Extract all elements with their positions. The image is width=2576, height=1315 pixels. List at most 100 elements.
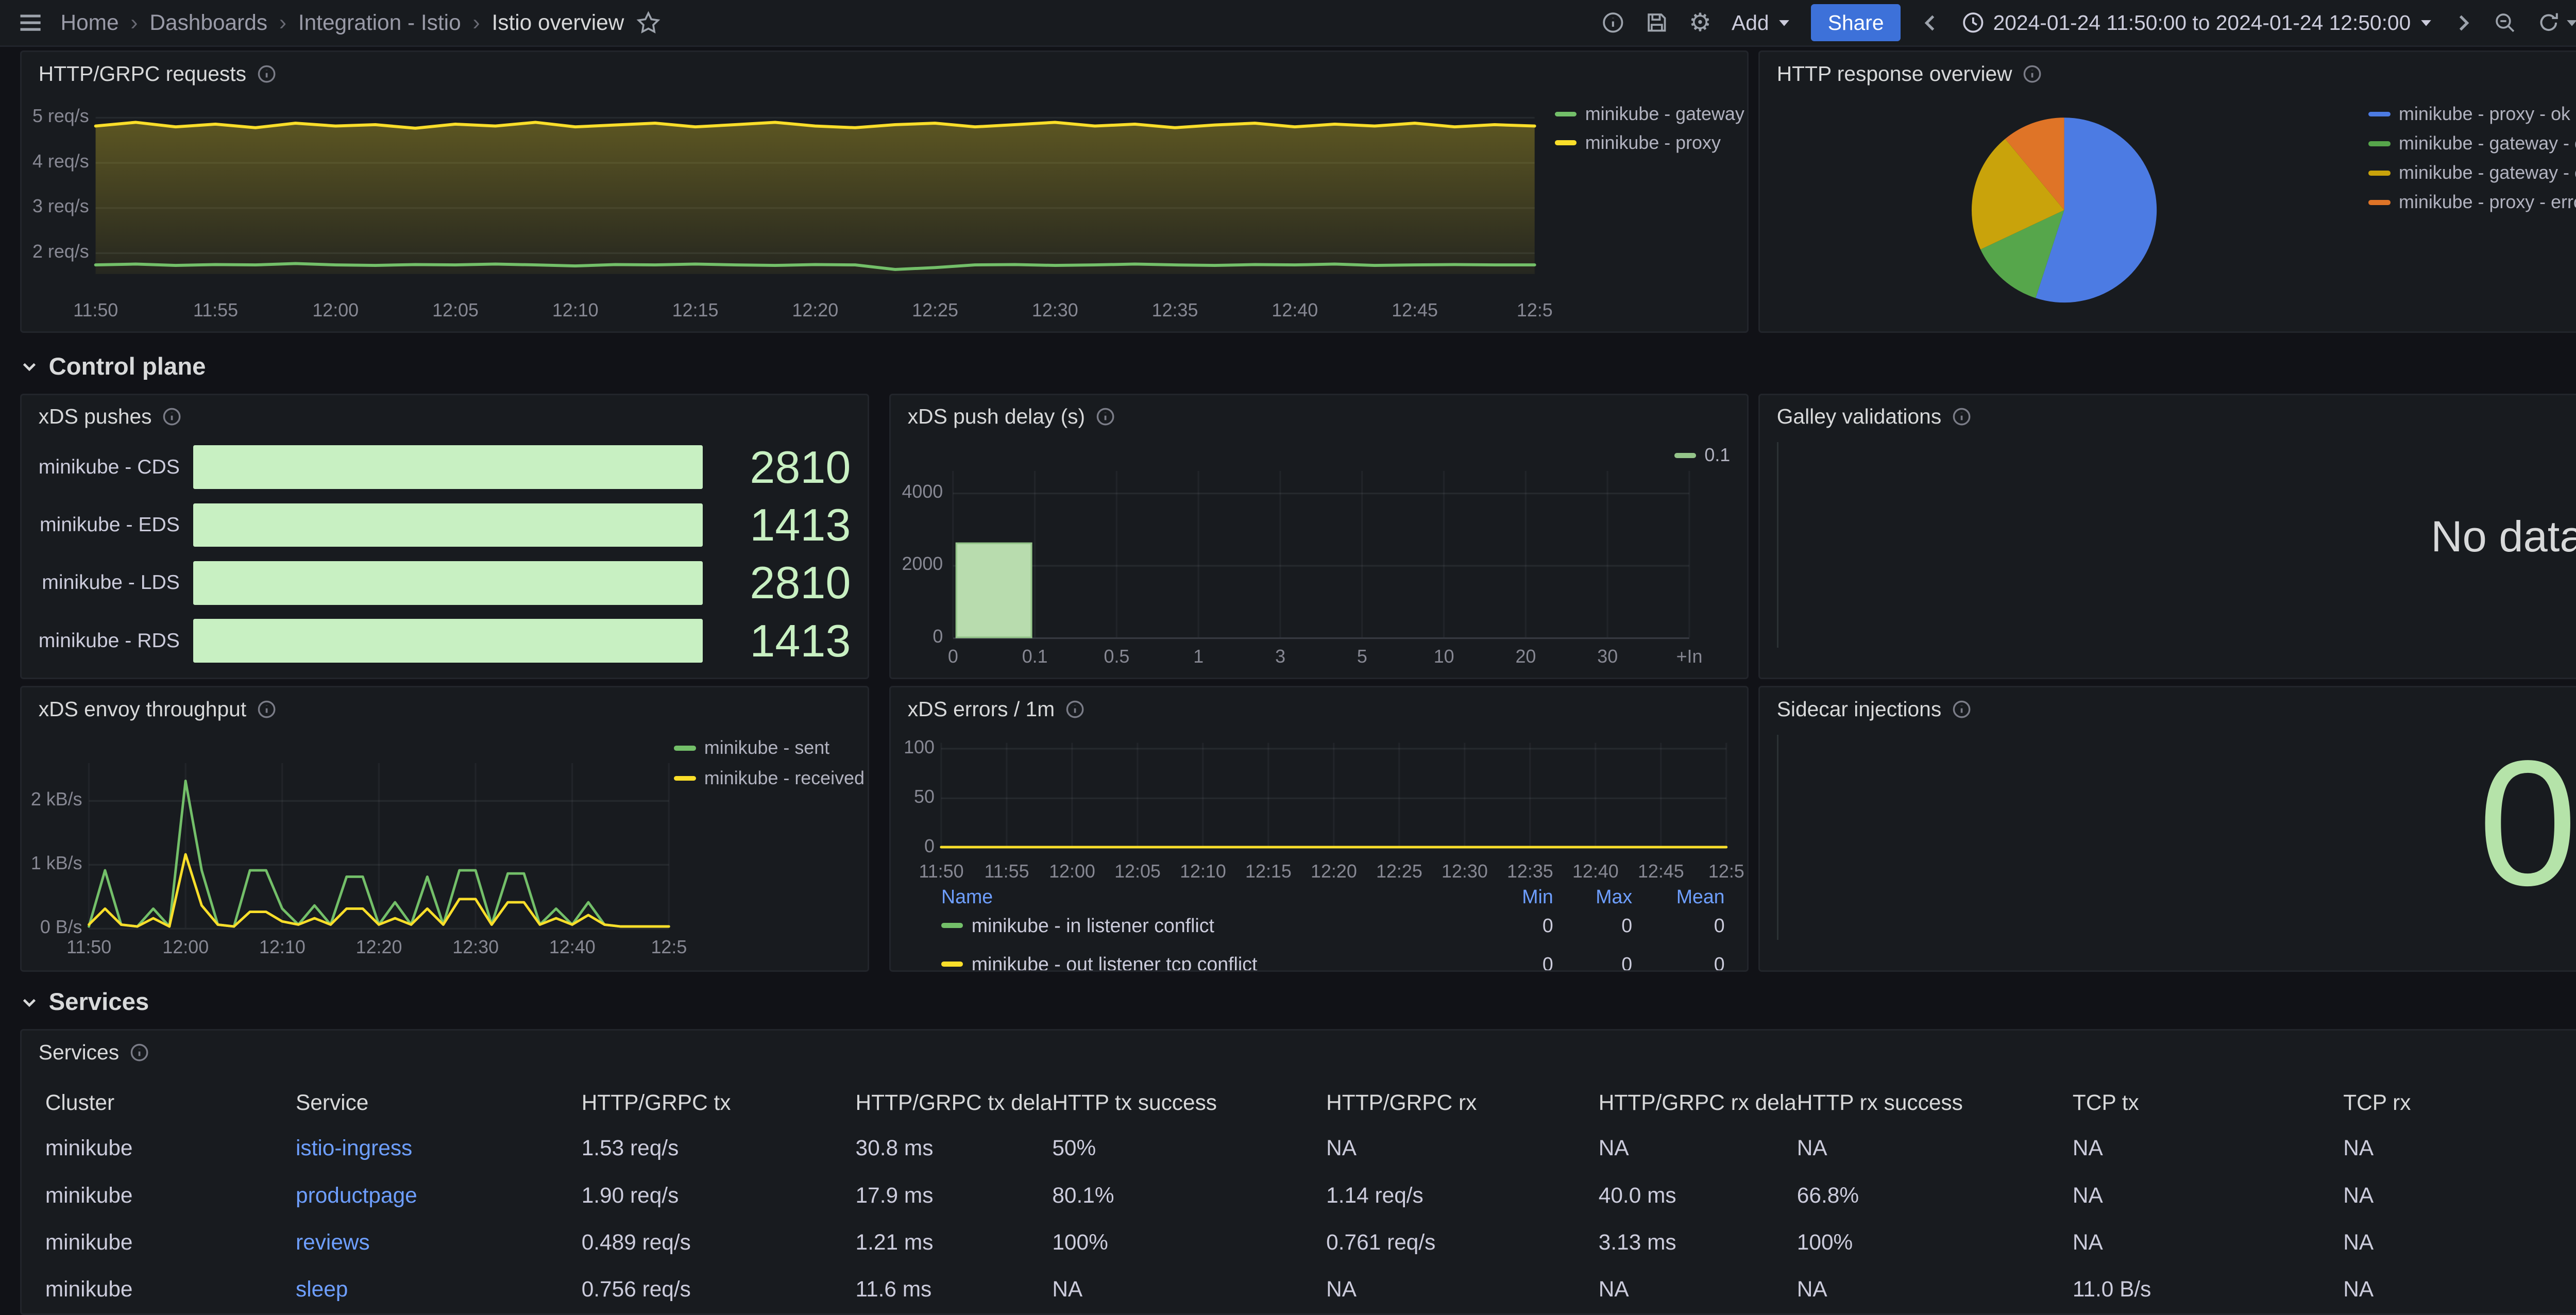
zoom-out-icon [2493, 11, 2517, 35]
table-row: minikubeistio-ingress1.53 req/s30.8 ms50… [45, 1125, 2576, 1172]
breadcrumb-folder[interactable]: Integration - Istio [298, 10, 461, 35]
row-header-control-plane[interactable]: Control plane [20, 348, 206, 385]
legend-series-marker [674, 746, 696, 751]
star-dashboard-button[interactable] [636, 10, 661, 36]
table-column-header[interactable]: TCP rx [2343, 1081, 2576, 1125]
bar-gauge-value: 2810 [716, 445, 851, 490]
table-column-header[interactable]: HTTP/GRPC rx delay [1599, 1081, 1797, 1125]
legend-table-series-name[interactable]: minikube - out listener tcp conflict [972, 953, 1258, 972]
legend-table-series-name[interactable]: minikube - in listener conflict [972, 915, 1214, 937]
panel-title[interactable]: xDS envoy throughput [39, 697, 246, 721]
panel-title[interactable]: HTTP response overview [1777, 62, 2012, 86]
panel-http-grpc-requests: HTTP/GRPC requests 5 req/s4 req/s3 req/s… [20, 50, 1748, 333]
axis-line [1777, 442, 1778, 648]
legend-table-header[interactable]: Min [1479, 886, 1553, 908]
time-range-picker[interactable]: 2024-01-24 11:50:00 to 2024-01-24 12:50:… [1961, 11, 2433, 35]
panel-info-icon[interactable] [2022, 64, 2042, 84]
add-button[interactable]: Add [1732, 11, 1791, 35]
panel-title[interactable]: xDS push delay (s) [908, 404, 1085, 429]
table-cell: NA [1797, 1125, 2073, 1172]
legend-table-header[interactable]: Name [941, 886, 993, 908]
panel-title[interactable]: Galley validations [1777, 404, 1942, 429]
legend-item[interactable]: minikube - received [674, 767, 865, 790]
x-axis-label: 11:50 [73, 299, 118, 321]
legend-item[interactable]: minikube - gateway [1555, 103, 1744, 126]
legend-item[interactable]: minikube - sent [674, 736, 829, 760]
x-axis-label: 12:00 [1049, 861, 1095, 882]
x-axis-label: 12:25 [1376, 861, 1422, 882]
legend-table-header[interactable]: Mean [1651, 886, 1725, 908]
legend-item[interactable]: minikube - gateway - ok [2368, 132, 2576, 156]
legend-label: minikube - proxy - error [2399, 192, 2576, 213]
histogram-bar[interactable] [956, 543, 1031, 637]
services-table: ClusterServiceHTTP/GRPC txHTTP/GRPC tx d… [45, 1081, 2576, 1313]
sidecar-injections-value: 0 [2478, 734, 2576, 913]
table-column-header[interactable]: HTTP/GRPC rx [1326, 1081, 1599, 1125]
x-axis-label: +In [1676, 646, 1703, 667]
panel-title[interactable]: Sidecar injections [1777, 697, 1942, 721]
panel-info-icon[interactable] [1952, 407, 1972, 427]
table-column-header[interactable]: Service [296, 1081, 582, 1125]
panel-info-icon[interactable] [257, 699, 277, 719]
menu-toggle-button[interactable] [17, 9, 44, 36]
legend-item[interactable]: minikube - gateway - error [2368, 161, 2576, 185]
table-cell: 40.0 ms [1599, 1172, 1797, 1219]
x-axis-label: 0 [948, 646, 958, 667]
refresh-button[interactable] [2537, 11, 2576, 35]
breadcrumb-dashboards[interactable]: Dashboards [149, 10, 267, 35]
table-cell: 0.756 req/s [582, 1266, 856, 1313]
dashboard-settings-button[interactable]: ⚙ [1689, 10, 1711, 36]
bar-gauge-bar [193, 503, 703, 547]
dashboard-insights-button[interactable] [1601, 11, 1625, 35]
x-axis-label: 11:55 [193, 299, 238, 321]
x-axis-label: 12:35 [1507, 861, 1553, 882]
legend-table-header[interactable]: Max [1558, 886, 1633, 908]
table-column-header[interactable]: HTTP/GRPC tx delay [856, 1081, 1053, 1125]
x-axis-label: 11:55 [984, 861, 1029, 882]
table-column-header[interactable]: Cluster [45, 1081, 296, 1125]
service-link[interactable]: istio-ingress [296, 1136, 412, 1160]
table-column-header[interactable]: HTTP rx success [1797, 1081, 2073, 1125]
panel-info-icon[interactable] [129, 1042, 149, 1063]
table-column-header[interactable]: HTTP tx success [1052, 1081, 1326, 1125]
x-axis-label: 12:10 [552, 299, 599, 321]
x-axis-label: 12:20 [792, 299, 838, 321]
table-cell: minikube [45, 1172, 296, 1219]
panel-header: xDS pushes [22, 395, 868, 439]
panel-info-icon[interactable] [1952, 699, 1972, 719]
panel-title[interactable]: Services [39, 1040, 119, 1065]
time-shift-back-button[interactable] [1921, 13, 1941, 33]
x-axis-label: 12:30 [1032, 299, 1078, 321]
chevron-left-icon [1921, 13, 1941, 33]
breadcrumb-home[interactable]: Home [60, 10, 118, 35]
legend-item[interactable]: minikube - proxy [1555, 131, 1721, 155]
zoom-out-time-button[interactable] [2493, 11, 2517, 35]
table-column-header[interactable]: HTTP/GRPC tx [582, 1081, 856, 1125]
table-column-header[interactable]: TCP tx [2073, 1081, 2343, 1125]
y-axis-label: 3 req/s [22, 195, 89, 217]
legend-label: 0.1 [1704, 445, 1730, 466]
service-link[interactable]: productpage [296, 1183, 417, 1207]
share-button[interactable]: Share [1811, 4, 1901, 41]
panel-info-icon[interactable] [257, 64, 277, 84]
time-shift-forward-button[interactable] [2453, 13, 2473, 33]
save-dashboard-button[interactable] [1645, 11, 1669, 35]
service-link[interactable]: reviews [296, 1230, 370, 1254]
service-link[interactable]: sleep [296, 1277, 348, 1301]
panel-title[interactable]: xDS pushes [39, 404, 152, 429]
legend-item[interactable]: 0.1 [1674, 444, 1731, 467]
legend-item[interactable]: minikube - proxy - error [2368, 191, 2576, 214]
table-row: minikubesleep0.756 req/s11.6 msNANANANA1… [45, 1266, 2576, 1313]
panel-title[interactable]: HTTP/GRPC requests [39, 62, 246, 86]
panel-info-icon[interactable] [1065, 699, 1085, 719]
x-axis-label: 12:40 [1572, 861, 1619, 882]
panel-info-icon[interactable] [1095, 407, 1115, 427]
x-axis-label: 11:50 [919, 861, 963, 882]
legend-label: minikube - gateway - ok [2399, 133, 2576, 154]
panel-info-icon[interactable] [162, 407, 182, 427]
panel-title[interactable]: xDS errors / 1m [908, 697, 1055, 721]
legend-item[interactable]: minikube - proxy - ok [2368, 103, 2570, 126]
save-icon [1645, 11, 1669, 35]
row-header-services[interactable]: Services [20, 984, 149, 1021]
legend-series-marker [941, 962, 963, 967]
